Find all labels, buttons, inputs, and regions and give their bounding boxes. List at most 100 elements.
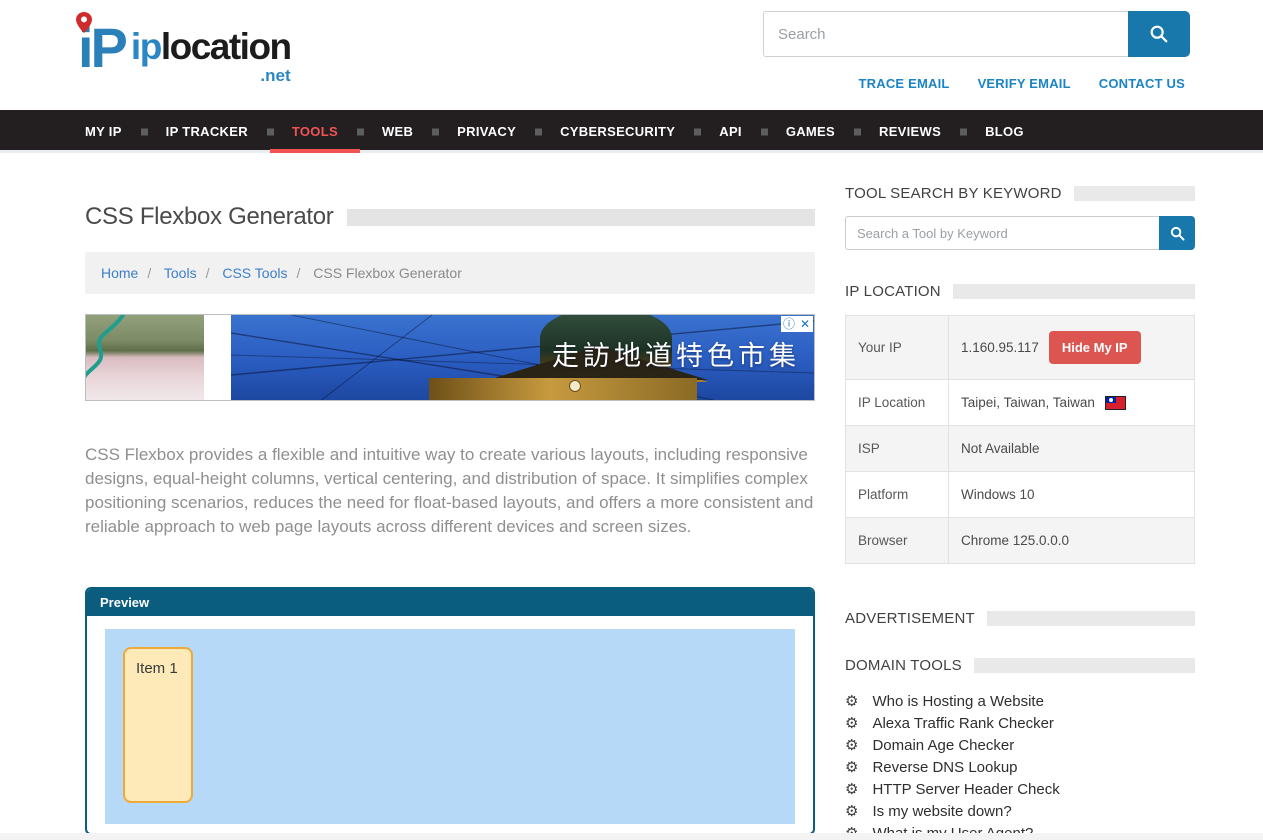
table-row: Browser Chrome 125.0.0.0 [846, 518, 1195, 564]
table-row: Your IP 1.160.95.117 Hide My IP [846, 316, 1195, 380]
logo-word-ip: ip [131, 26, 161, 67]
table-row: IP Location Taipei, Taiwan, Taiwan [846, 380, 1195, 426]
row-value: Windows 10 [949, 472, 1195, 518]
row-label: Browser [846, 518, 949, 564]
verify-email-link[interactable]: VERIFY EMAIL [978, 76, 1071, 91]
list-item: ⚙ Who is Hosting a Website [845, 690, 1195, 712]
row-value: Chrome 125.0.0.0 [949, 518, 1195, 564]
ad-banner[interactable]: 走訪地道特色市集 ⓘ ✕ [85, 314, 815, 401]
your-ip-value: 1.160.95.117 [961, 340, 1039, 355]
domain-tool-link[interactable]: Reverse DNS Lookup [872, 759, 1017, 776]
ip-location-table: Your IP 1.160.95.117 Hide My IP IP Locat… [845, 315, 1195, 564]
taiwan-flag-icon [1105, 396, 1126, 410]
heading-decor-bar [953, 284, 1195, 299]
list-item: ⚙ Reverse DNS Lookup [845, 756, 1195, 778]
preview-panel: Preview Item 1 [85, 587, 815, 835]
nav-item-games[interactable]: GAMES [764, 110, 857, 153]
gear-icon: ⚙ [845, 782, 858, 797]
hide-my-ip-button[interactable]: Hide My IP [1049, 331, 1141, 364]
list-item: ⚙ Domain Age Checker [845, 734, 1195, 756]
ad-building-base [429, 378, 697, 400]
nav-item-cybersecurity[interactable]: CYBERSECURITY [538, 110, 697, 153]
table-row: ISP Not Available [846, 426, 1195, 472]
table-row: Platform Windows 10 [846, 472, 1195, 518]
nav-item-tools[interactable]: TOOLS [270, 110, 360, 153]
preview-body: Item 1 [87, 616, 813, 835]
page-footer-edge [0, 833, 1263, 840]
gear-icon: ⚙ [845, 804, 858, 819]
nav-item-privacy[interactable]: PRIVACY [435, 110, 538, 153]
breadcrumb-current: CSS Flexbox Generator [313, 265, 462, 281]
logo-net: .net [131, 67, 291, 84]
list-item: ⚙ Alexa Traffic Rank Checker [845, 712, 1195, 734]
breadcrumb-home[interactable]: Home [101, 265, 160, 281]
contact-us-link[interactable]: CONTACT US [1099, 76, 1185, 91]
row-label: Your IP [846, 316, 949, 380]
domain-tools-list: ⚙ Who is Hosting a Website ⚙ Alexa Traff… [845, 690, 1195, 840]
domain-tool-link[interactable]: Who is Hosting a Website [872, 693, 1043, 710]
map-pin-icon [76, 12, 92, 33]
main-column: CSS Flexbox Generator Home Tools CSS Too… [85, 153, 815, 840]
preview-header: Preview [87, 589, 813, 616]
header-search-button[interactable] [1128, 11, 1190, 57]
row-value: Not Available [949, 426, 1195, 472]
sidebar: TOOL SEARCH BY KEYWORD IP LOCATION Your … [845, 153, 1195, 840]
tool-search-input[interactable] [845, 216, 1159, 250]
ad-caption: 走訪地道特色市集 [552, 333, 800, 372]
list-item: ⚙ Is my website down? [845, 800, 1195, 822]
main-nav: MY IP IP TRACKER TOOLS WEB PRIVACY CYBER… [0, 110, 1263, 153]
logo-wordmark: iplocation .net [131, 28, 291, 84]
page-title: CSS Flexbox Generator [85, 203, 333, 231]
gear-icon: ⚙ [845, 716, 858, 731]
ad-main-photo: 走訪地道特色市集 ⓘ ✕ [231, 315, 814, 400]
breadcrumb-tools[interactable]: Tools [164, 265, 219, 281]
tool-search [845, 216, 1195, 250]
ad-route-squiggle [86, 315, 204, 400]
flex-item-1: Item 1 [123, 647, 193, 803]
tool-search-heading: TOOL SEARCH BY KEYWORD [845, 185, 1195, 202]
site-logo[interactable]: iP iplocation .net [78, 14, 291, 84]
row-value: Taipei, Taiwan, Taiwan [949, 380, 1195, 426]
domain-tool-link[interactable]: Is my website down? [872, 803, 1011, 820]
breadcrumb-css-tools[interactable]: CSS Tools [222, 265, 309, 281]
row-label: ISP [846, 426, 949, 472]
logo-word-location: location [161, 26, 291, 67]
header-quick-links: TRACE EMAIL VERIFY EMAIL CONTACT US [859, 76, 1185, 91]
ad-close-icon[interactable]: ✕ [797, 316, 813, 332]
gear-icon: ⚙ [845, 760, 858, 775]
ad-info-icon[interactable]: ⓘ [781, 316, 797, 332]
search-icon [1169, 225, 1186, 242]
nav-item-blog[interactable]: BLOG [963, 110, 1046, 153]
heading-decor-bar [987, 611, 1195, 626]
breadcrumb: Home Tools CSS Tools CSS Flexbox Generat… [85, 252, 815, 294]
nav-item-web[interactable]: WEB [360, 110, 435, 153]
trace-email-link[interactable]: TRACE EMAIL [859, 76, 950, 91]
row-label: IP Location [846, 380, 949, 426]
advertisement-heading: ADVERTISEMENT [845, 610, 1195, 627]
header-search [763, 11, 1190, 57]
row-label: Platform [846, 472, 949, 518]
domain-tools-heading: DOMAIN TOOLS [845, 657, 1195, 674]
ip-location-heading: IP LOCATION [845, 283, 1195, 300]
nav-item-ip-tracker[interactable]: IP TRACKER [144, 110, 270, 153]
heading-decor-bar [1074, 186, 1195, 201]
nav-item-reviews[interactable]: REVIEWS [857, 110, 963, 153]
ad-gap [204, 315, 231, 400]
search-icon [1148, 23, 1170, 45]
ip-location-value: Taipei, Taiwan, Taiwan [961, 395, 1095, 410]
header-search-input[interactable] [763, 11, 1128, 57]
flex-preview-container: Item 1 [105, 629, 795, 824]
nav-item-my-ip[interactable]: MY IP [63, 110, 144, 153]
domain-tool-link[interactable]: HTTP Server Header Check [872, 781, 1059, 798]
row-value: 1.160.95.117 Hide My IP [949, 316, 1195, 380]
domain-tool-link[interactable]: Alexa Traffic Rank Checker [872, 715, 1053, 732]
domain-tool-link[interactable]: Domain Age Checker [872, 737, 1014, 754]
ad-left-photo [86, 315, 204, 400]
tool-description: CSS Flexbox provides a flexible and intu… [85, 443, 815, 539]
site-header: iP iplocation .net TRACE EMAIL VERIFY EM… [0, 0, 1263, 110]
list-item: ⚙ HTTP Server Header Check [845, 778, 1195, 800]
nav-item-api[interactable]: API [697, 110, 764, 153]
gear-icon: ⚙ [845, 738, 858, 753]
heading-decor-bar [974, 658, 1195, 673]
tool-search-button[interactable] [1159, 216, 1195, 250]
